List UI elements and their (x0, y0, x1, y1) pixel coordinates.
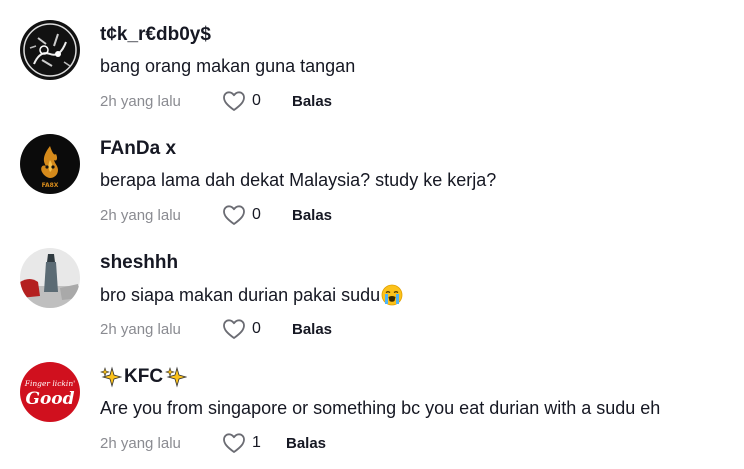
heart-icon (223, 433, 245, 453)
heart-icon (223, 205, 245, 225)
comment-body: berapa lama dah dekat Malaysia? study ke… (100, 170, 497, 190)
comment-text: bang orang makan guna tangan (100, 56, 355, 77)
comment-meta: 2h yang lalu 0 Balas (100, 90, 332, 112)
like-button[interactable]: 0 (222, 318, 292, 340)
reply-button[interactable]: Balas (292, 321, 332, 338)
comment-body: bang orang makan guna tangan (100, 56, 356, 76)
username[interactable]: sheshhh (100, 252, 178, 274)
flame-logo-avatar-icon: FA8X (20, 134, 80, 194)
comment-item: sheshhh bro siapa makan durian pakai sud… (0, 228, 744, 342)
timestamp: 2h yang lalu (100, 206, 181, 224)
comment-item: t¢k_r€db0y$ bang orang makan guna tangan… (0, 0, 744, 114)
username[interactable]: FAnDa x (100, 138, 176, 160)
avatar[interactable] (20, 248, 80, 308)
loudly-crying-face-icon (381, 284, 403, 306)
comment-text: Are you from singapore or something bc y… (100, 398, 660, 419)
like-count: 0 (252, 206, 261, 223)
heart-icon (223, 91, 245, 111)
kfc-slogan-main: Good (25, 389, 74, 409)
like-button[interactable]: 0 (222, 90, 292, 112)
like-button[interactable]: 1 (222, 432, 286, 454)
kfc-slogan: Finger lickin' (24, 379, 75, 388)
photo-avatar-icon (20, 248, 80, 308)
skull-art-avatar-icon (20, 20, 80, 80)
kfc-logo-avatar-icon: Finger lickin' Good (20, 362, 80, 422)
username-text: t¢k_r€db0y$ (100, 24, 211, 45)
comment-text: berapa lama dah dekat Malaysia? study ke… (100, 170, 496, 191)
username[interactable]: KFC (100, 366, 188, 388)
avatar[interactable]: Finger lickin' Good (20, 362, 80, 422)
username-text: FAnDa x (100, 138, 177, 159)
timestamp: 2h yang lalu (100, 320, 181, 338)
like-count: 0 (252, 320, 261, 337)
username[interactable]: t¢k_r€db0y$ (100, 24, 211, 46)
sparkles-icon (165, 366, 188, 388)
comment-body: Are you from singapore or something bc y… (100, 398, 661, 418)
comment-meta: 2h yang lalu 0 Balas (100, 318, 332, 340)
avatar[interactable]: FA8X (20, 134, 80, 194)
reply-button[interactable]: Balas (292, 93, 332, 110)
comment-text: bro siapa makan durian pakai sudu (100, 284, 403, 306)
reply-button[interactable]: Balas (292, 207, 332, 224)
comment-meta: 2h yang lalu 0 Balas (100, 204, 332, 226)
comment-body: bro siapa makan durian pakai sudu (100, 284, 381, 305)
reply-button[interactable]: Balas (286, 435, 326, 452)
comment-meta: 2h yang lalu 1 Balas (100, 432, 326, 454)
comment-item: Finger lickin' Good KFC Are you from sin… (0, 342, 744, 456)
svg-text:FA8X: FA8X (42, 182, 59, 189)
username-text: sheshhh (100, 252, 179, 273)
username-text: KFC (124, 366, 164, 387)
avatar[interactable] (20, 20, 80, 80)
timestamp: 2h yang lalu (100, 92, 181, 110)
comment-item: FA8X FAnDa x berapa lama dah dekat Malay… (0, 114, 744, 228)
heart-icon (223, 319, 245, 339)
like-count: 1 (252, 434, 261, 451)
timestamp: 2h yang lalu (100, 434, 181, 452)
like-button[interactable]: 0 (222, 204, 292, 226)
like-count: 0 (252, 92, 261, 109)
sparkles-icon (100, 366, 122, 388)
